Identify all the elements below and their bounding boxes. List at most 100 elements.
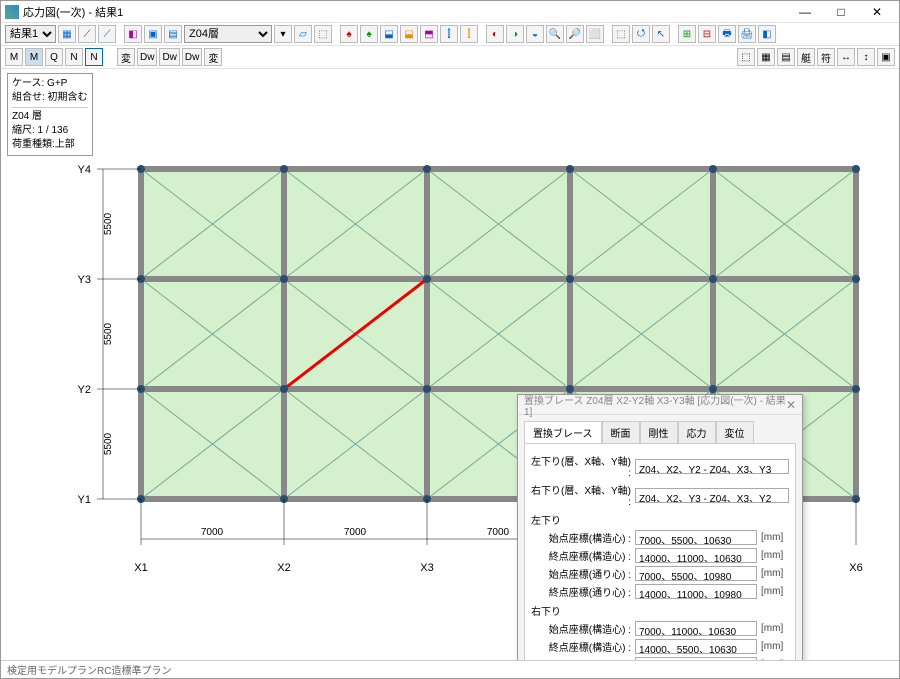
info-panel: ケース: G+P 組合せ: 初期含む Z04 層 縮尺: 1 / 136 荷重種… xyxy=(7,73,93,156)
axis-y2: Y2 xyxy=(78,384,91,396)
print-icon[interactable]: 🖨 xyxy=(738,25,756,43)
tool-icon[interactable]: ◒ xyxy=(526,25,544,43)
print-icon[interactable]: 🖶 xyxy=(718,25,736,43)
tool-icon[interactable]: ◧ xyxy=(758,25,776,43)
unit: [mm] xyxy=(761,532,789,543)
tool-icon[interactable]: ▤ xyxy=(164,25,182,43)
toggle-dw[interactable]: Dw xyxy=(137,48,157,66)
dim-x: 7000 xyxy=(344,527,367,538)
unit: [mm] xyxy=(761,641,789,652)
toggle-h[interactable]: ↔ xyxy=(837,48,855,66)
toggle-fu[interactable]: 符 xyxy=(817,48,835,66)
tab-disp[interactable]: 変位 xyxy=(716,421,754,443)
tool-icon[interactable]: ▾ xyxy=(274,25,292,43)
tool-icon[interactable]: ▣ xyxy=(877,48,895,66)
toggle-fune[interactable]: 艇 xyxy=(797,48,815,66)
dim-x: 7000 xyxy=(487,527,510,538)
cursor-icon[interactable]: ↖ xyxy=(652,25,670,43)
unit: [mm] xyxy=(761,568,789,579)
result-select[interactable]: 結果1 xyxy=(5,25,56,43)
toggle-m2[interactable]: M xyxy=(25,48,43,66)
title-bar: 応力図(一次) - 結果1 — □ ✕ xyxy=(1,1,899,23)
zoom-icon[interactable]: 🔎 xyxy=(566,25,584,43)
tool-icon[interactable]: ▱ xyxy=(294,25,312,43)
tool-icon[interactable]: ♠ xyxy=(360,25,378,43)
properties-dialog[interactable]: 置換ブレース Z04層 X2-Y2軸 X3-Y3軸 [応力図(一次) - 結果1… xyxy=(517,394,803,660)
main-window: 応力図(一次) - 結果1 — □ ✕ 結果1 ▦ ⟋ ⟋ ◧ ▣ ▤ Z04層… xyxy=(0,0,900,679)
axis-x3: X3 xyxy=(420,562,433,574)
group-left: 左下り xyxy=(531,512,789,527)
toggle-q[interactable]: Q xyxy=(45,48,63,66)
tool-icon[interactable]: ▣ xyxy=(144,25,162,43)
info-load: 荷重種類:上部 xyxy=(12,138,88,152)
field-value: 7000、11000、10630 xyxy=(635,621,757,636)
axis-y1: Y1 xyxy=(78,494,91,506)
tool-icon[interactable]: ⬚ xyxy=(737,48,755,66)
tool-icon[interactable]: ⊞ xyxy=(678,25,696,43)
unit: [mm] xyxy=(761,659,789,660)
drawing-area[interactable]: ケース: G+P 組合せ: 初期含む Z04 層 縮尺: 1 / 136 荷重種… xyxy=(1,69,899,660)
app-icon xyxy=(5,5,19,19)
tool-icon[interactable]: ◑ xyxy=(506,25,524,43)
dialog-tabs: 置換ブレース 断面 剛性 応力 変位 xyxy=(518,415,802,443)
field-label: 始点座標(構造心) : xyxy=(531,621,631,636)
field-value: 7000、5500、10980 xyxy=(635,566,757,581)
window-title: 応力図(一次) - 結果1 xyxy=(23,4,787,20)
tool-icon[interactable]: ⬜ xyxy=(586,25,604,43)
tab-brace[interactable]: 置換ブレース xyxy=(524,421,602,443)
toggle-hen2[interactable]: 変 xyxy=(204,48,222,66)
field-label: 始点座標(通り心) : xyxy=(531,657,631,660)
dim-y: 5500 xyxy=(103,322,114,345)
field-value: Z04、X2、Y3 - Z04、X3、Y2 xyxy=(635,488,789,503)
dialog-close-button[interactable]: ✕ xyxy=(786,398,796,412)
field-label: 始点座標(通り心) : xyxy=(531,566,631,581)
tab-stress[interactable]: 応力 xyxy=(678,421,716,443)
tool-icon[interactable]: ◐ xyxy=(486,25,504,43)
tool-icon[interactable]: ⫿ xyxy=(460,25,478,43)
toggle-dw[interactable]: Dw xyxy=(159,48,179,66)
toolbar-secondary: M M Q N N 変 Dw Dw Dw 変 ⬚ ▦ ▤ 艇 符 ↔ ↕ ▣ xyxy=(1,46,899,69)
tool-icon[interactable]: ⬓ xyxy=(380,25,398,43)
field-value: 7000、11000、10980 xyxy=(635,657,757,660)
toggle-n[interactable]: N xyxy=(65,48,83,66)
tool-icon[interactable]: ⬒ xyxy=(420,25,438,43)
toggle-n2[interactable]: N xyxy=(85,48,103,66)
info-floor: Z04 層 xyxy=(12,110,88,124)
window-controls: — □ ✕ xyxy=(787,2,895,22)
axis-y4: Y4 xyxy=(78,164,91,176)
tool-icon[interactable]: ⬓ xyxy=(400,25,418,43)
field-value: 14000、11000、10630 xyxy=(635,548,757,563)
toggle-m[interactable]: M xyxy=(5,48,23,66)
tool-icon[interactable]: ⬚ xyxy=(314,25,332,43)
tool-icon[interactable]: ⊟ xyxy=(698,25,716,43)
tool-icon[interactable]: ▤ xyxy=(777,48,795,66)
zoom-icon[interactable]: 🔍 xyxy=(546,25,564,43)
tool-icon[interactable]: ⟋ xyxy=(78,25,96,43)
axis-x1: X1 xyxy=(134,562,147,574)
tab-section[interactable]: 断面 xyxy=(602,421,640,443)
dim-y: 5500 xyxy=(103,212,114,235)
field-label: 始点座標(構造心) : xyxy=(531,530,631,545)
tool-icon[interactable]: ⟋ xyxy=(98,25,116,43)
tool-icon[interactable]: ▦ xyxy=(58,25,76,43)
info-scale: 縮尺: 1 / 136 xyxy=(12,124,88,138)
cursor-icon[interactable]: ⭯ xyxy=(632,25,650,43)
toggle-v[interactable]: ↕ xyxy=(857,48,875,66)
tab-stiffness[interactable]: 剛性 xyxy=(640,421,678,443)
dialog-title-bar[interactable]: 置換ブレース Z04層 X2-Y2軸 X3-Y3軸 [応力図(一次) - 結果1… xyxy=(518,395,802,415)
field-value: 7000、5500、10630 xyxy=(635,530,757,545)
toggle-dw[interactable]: Dw xyxy=(182,48,202,66)
tool-icon[interactable]: ▦ xyxy=(757,48,775,66)
unit: [mm] xyxy=(761,586,789,597)
tool-icon[interactable]: ⫿ xyxy=(440,25,458,43)
floor-select[interactable]: Z04層 xyxy=(184,25,272,43)
tool-icon[interactable]: ◧ xyxy=(124,25,142,43)
unit: [mm] xyxy=(761,623,789,634)
tool-icon[interactable]: ♠ xyxy=(340,25,358,43)
close-button[interactable]: ✕ xyxy=(859,2,895,22)
maximize-button[interactable]: □ xyxy=(823,2,859,22)
minimize-button[interactable]: — xyxy=(787,2,823,22)
dialog-panel: 左下り(層、X軸、Y軸) :Z04、X2、Y2 - Z04、X3、Y3 右下り(… xyxy=(524,443,796,660)
toggle-hen[interactable]: 変 xyxy=(117,48,135,66)
tool-icon[interactable]: ⬚ xyxy=(612,25,630,43)
